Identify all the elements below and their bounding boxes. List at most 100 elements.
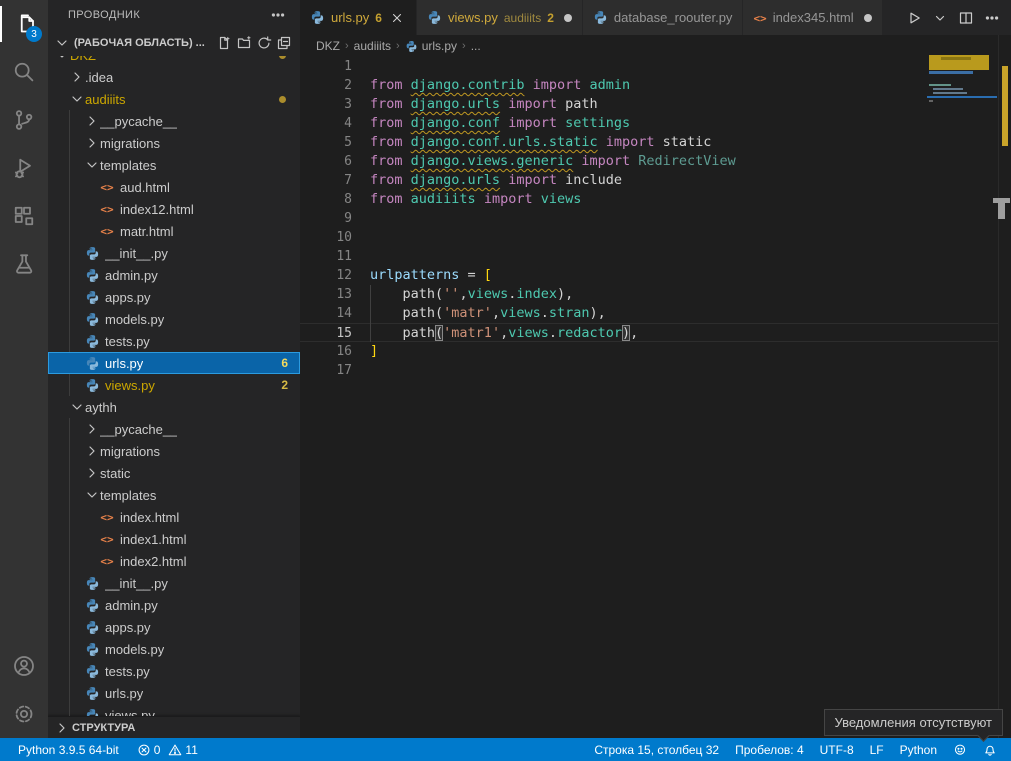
tree-item-matr-html[interactable]: <>matr.html: [48, 220, 300, 242]
tree-item-admin-py[interactable]: admin.py: [48, 264, 300, 286]
tree-item-models-py[interactable]: models.py: [48, 638, 300, 660]
vscode-window: 3 ПРОВОДНИК (РАБОЧАЯ ОБЛАСТЬ) ... DKZ.id…: [0, 0, 1011, 761]
status-language-mode[interactable]: Python: [892, 738, 945, 761]
activity-bar-item-run-debug[interactable]: [0, 144, 48, 192]
code-line-11: 11: [300, 247, 1011, 266]
status-cursor-position[interactable]: Строка 15, столбец 32: [586, 738, 727, 761]
new-file-button[interactable]: [214, 33, 234, 53]
tree-item-audiiits[interactable]: audiiits: [48, 88, 300, 110]
tree-item-aythh[interactable]: aythh: [48, 396, 300, 418]
error-count: 0: [154, 743, 161, 757]
activity-bar-item-settings[interactable]: [0, 690, 48, 738]
tree-item-templates[interactable]: templates: [48, 154, 300, 176]
editor-scrollbar[interactable]: [998, 35, 1011, 738]
tree-item-migrations[interactable]: migrations: [48, 440, 300, 462]
tree-item-index1-html[interactable]: <>index1.html: [48, 528, 300, 550]
tree-item-tests-py[interactable]: tests.py: [48, 330, 300, 352]
tree-item-aud-html[interactable]: <>aud.html: [48, 176, 300, 198]
tree-item-apps-py[interactable]: apps.py: [48, 616, 300, 638]
close-icon[interactable]: [388, 9, 406, 27]
code-token: stran: [549, 305, 590, 321]
overview-ruler-warning-marks: [1002, 66, 1008, 146]
split-editor-button[interactable]: [955, 7, 977, 29]
line-number: 4: [300, 114, 352, 133]
code-editor[interactable]: 12from django.contrib import admin3from …: [300, 57, 1011, 738]
status-notifications-bell[interactable]: [975, 738, 1005, 761]
activity-bar-item-explorer[interactable]: 3: [0, 0, 48, 48]
tree-item-label: apps.py: [105, 290, 151, 305]
status-problems[interactable]: 011: [129, 738, 206, 761]
tree-item-label: index2.html: [120, 554, 186, 569]
tree-item-label: .idea: [85, 70, 113, 85]
tree-item-urls-py[interactable]: urls.py: [48, 682, 300, 704]
code-token: views: [541, 191, 582, 207]
tree-item-urls-py[interactable]: urls.py6: [48, 352, 300, 374]
status-eol[interactable]: LF: [862, 738, 892, 761]
tree-item--idea[interactable]: .idea: [48, 66, 300, 88]
breadcrumb-item-audiiits[interactable]: audiiits: [354, 39, 391, 53]
run-button[interactable]: [903, 7, 925, 29]
tab-index345-html[interactable]: <>index345.html: [743, 0, 882, 35]
code-token: path: [403, 305, 436, 321]
activity-bar-item-testing[interactable]: [0, 240, 48, 288]
tree-item-apps-py[interactable]: apps.py: [48, 286, 300, 308]
activity-bar-item-search[interactable]: [0, 48, 48, 96]
tree-item--init-py[interactable]: __init__.py: [48, 242, 300, 264]
status-feedback[interactable]: [945, 738, 975, 761]
workspace-section-header[interactable]: (РАБОЧАЯ ОБЛАСТЬ) ...: [48, 30, 300, 56]
tab-label: index345.html: [773, 10, 854, 25]
python-file-icon: [84, 641, 100, 657]
code-token: from: [370, 115, 403, 131]
sidebar-more-actions[interactable]: [268, 5, 288, 25]
warning-icon: [168, 743, 182, 757]
code-token: (: [435, 305, 443, 321]
tree-item-templates[interactable]: templates: [48, 484, 300, 506]
status-python-interpreter[interactable]: Python 3.9.5 64-bit: [10, 738, 127, 761]
refresh-button[interactable]: [254, 33, 274, 53]
code-token: (: [435, 325, 443, 341]
breadcrumb-item-urls-py[interactable]: urls.py: [405, 39, 457, 53]
breadcrumb-item--[interactable]: ...: [471, 39, 481, 53]
tree-item-models-py[interactable]: models.py: [48, 308, 300, 330]
line-number: 6: [300, 152, 352, 171]
tree-item--pycache-[interactable]: __pycache__: [48, 418, 300, 440]
code-line-1: 1: [300, 57, 1011, 76]
tree-item-label: admin.py: [105, 268, 158, 283]
new-folder-button[interactable]: [234, 33, 254, 53]
tree-item-tests-py[interactable]: tests.py: [48, 660, 300, 682]
tree-item-dkz[interactable]: DKZ: [48, 56, 300, 66]
tree-item-static[interactable]: static: [48, 462, 300, 484]
code-text: from django.conf import settings: [352, 114, 630, 133]
tab-database-roouter-py[interactable]: database_roouter.py: [583, 0, 744, 35]
tree-item-index-html[interactable]: <>index.html: [48, 506, 300, 528]
activity-bar-item-account[interactable]: [0, 642, 48, 690]
tree-item-index2-html[interactable]: <>index2.html: [48, 550, 300, 572]
status-indentation[interactable]: Пробелов: 4: [727, 738, 812, 761]
tree-item--init-py[interactable]: __init__.py: [48, 572, 300, 594]
tree-item-index12-html[interactable]: <>index12.html: [48, 198, 300, 220]
code-token: from: [370, 134, 403, 150]
line-number: 7: [300, 171, 352, 190]
code-token: .: [549, 325, 557, 341]
tree-item-label: audiiits: [85, 92, 125, 107]
html-file-icon: <>: [99, 531, 115, 547]
tab-urls-py[interactable]: urls.py6: [300, 0, 417, 35]
collapse-all-button[interactable]: [274, 33, 294, 53]
activity-bar-item-extensions[interactable]: [0, 192, 48, 240]
tree-item-migrations[interactable]: migrations: [48, 132, 300, 154]
activity-bar-item-source-control[interactable]: [0, 96, 48, 144]
code-token: 'matr': [443, 305, 492, 321]
debug-icon: [12, 156, 36, 180]
outline-section-header[interactable]: СТРУКТУРА: [48, 716, 300, 738]
code-line-12: 12urlpatterns = [: [300, 266, 1011, 285]
tree-item-views-py[interactable]: views.py: [48, 704, 300, 716]
run-dropdown[interactable]: [929, 7, 951, 29]
more-actions-button[interactable]: [981, 7, 1003, 29]
tab-views-py[interactable]: views.pyaudiiits2: [417, 0, 583, 35]
tree-item-views-py[interactable]: views.py2: [48, 374, 300, 396]
tab-description: audiiits: [504, 11, 541, 25]
tree-item-admin-py[interactable]: admin.py: [48, 594, 300, 616]
status-encoding[interactable]: UTF-8: [812, 738, 862, 761]
breadcrumb-item-dkz[interactable]: DKZ: [316, 39, 340, 53]
tree-item--pycache-[interactable]: __pycache__: [48, 110, 300, 132]
